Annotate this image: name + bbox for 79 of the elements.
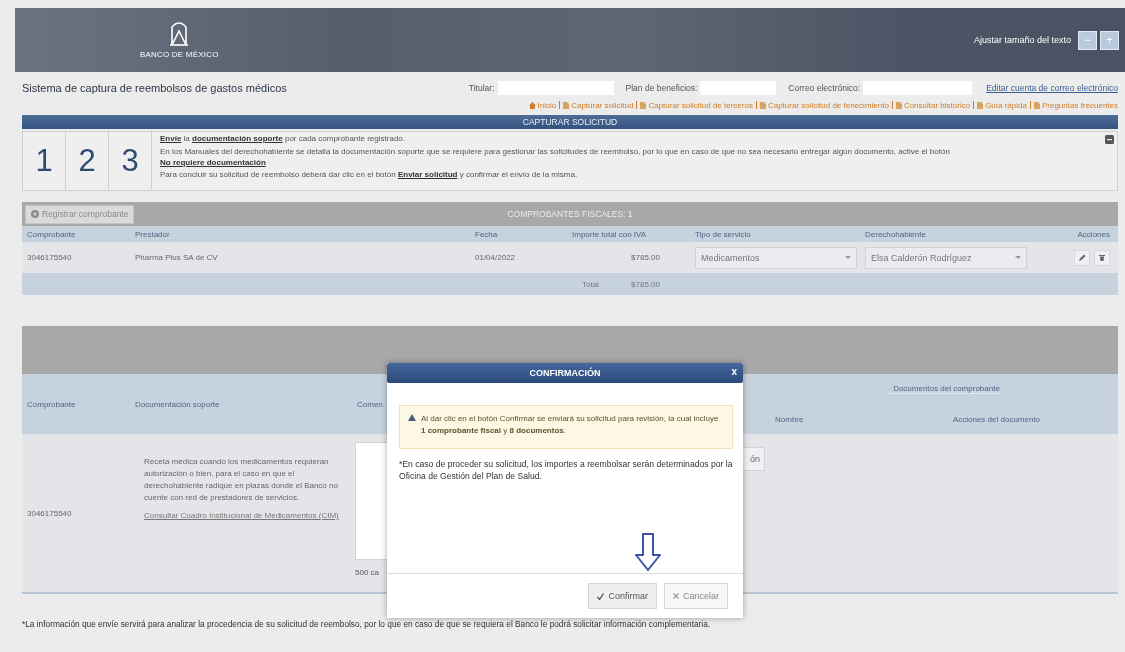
close-button[interactable]: x [731, 366, 737, 377]
column-header: Nombre [774, 414, 805, 424]
plus-circle-icon [31, 210, 39, 218]
nav-link[interactable]: Capturar solicitud de terceros [640, 100, 753, 110]
page-icon [1033, 101, 1040, 109]
caret-icon [1015, 256, 1021, 259]
nav-link[interactable]: Guía rápida [977, 100, 1027, 110]
column-header: Fecha [474, 229, 499, 239]
dialog-title: CONFIRMACIÓN [529, 368, 601, 378]
column-header: Comprobante [26, 399, 77, 409]
column-header: Comen [356, 399, 384, 409]
register-receipt-button[interactable]: Registrar comprobante [25, 204, 135, 224]
step-number: 1 [35, 143, 53, 179]
table-cell: $785.00 [631, 253, 660, 262]
delete-button[interactable] [1094, 249, 1110, 266]
confirm-button[interactable]: Confirmar [588, 583, 657, 609]
total-label: Total [582, 279, 599, 289]
field-label: Plan de beneficios: [625, 83, 698, 93]
service-type-select[interactable]: Medicamentos [695, 246, 857, 269]
nav-link[interactable]: Preguntas frecuentes [1033, 100, 1118, 110]
column-header: Prestador [134, 229, 171, 239]
column-header: Documentación soporte [134, 399, 221, 409]
column-header: Acciones del documento [951, 414, 1041, 424]
cancel-button[interactable]: Cancelar [663, 583, 728, 609]
edit-email-link[interactable]: Editar cuenta de correo electrónico [986, 83, 1118, 93]
instruction-text: En los Manuales del derechohabiente se detalla la documentación soporte que se requiere para gestionar las solicitudes de reembolso, por lo que en caso de que no sea necesario entregar algún documento, active el botón No requiere documentación [160, 146, 951, 169]
char-counter: 500 ca [355, 568, 380, 577]
trash-icon [1099, 254, 1105, 261]
instruction-link[interactable]: Envíe [160, 134, 182, 143]
warning-text: Al dar clic en el botón Confirmar se enviará su solicitud para revisión, la cual incluye 1 comprobante fiscal y 8 documentos. [421, 413, 720, 437]
column-header: Derechohabiente [864, 229, 927, 239]
logo-icon [169, 21, 190, 47]
home-icon [528, 101, 536, 109]
requirement-text: Receta médica cuando los medicamentos requieran autorización o bien, para el caso en que el derechohabiente radique en plazas donde el Banco no cuente con red de prestadores de servicios. [144, 456, 339, 504]
instruction-text: Para concluir su solicitud de reembolso deberá dar clic en el botón Enviar solicitud y confirmar el envío de la misma. [160, 170, 579, 182]
column-group-header: Documentos del comprobante [888, 384, 1000, 394]
step-number: 3 [121, 143, 139, 179]
column-header: Comprobante [26, 229, 77, 239]
check-icon [597, 592, 605, 600]
field-label: Titular: [468, 83, 495, 93]
table-cell-text: Pharma Plus SA de CV [135, 253, 219, 262]
footnote-text: *La información que envíe servirá para analizar la procedencia de su solicitud de reembolso, por lo que en caso de que se requiera el Banco le podrá solicitar información complementaria. [22, 619, 712, 629]
medicines-link[interactable]: Consultar Cuadro Institucional de Medicamentos (CIM) [144, 510, 339, 522]
column-header: Tipo de servicio [694, 229, 752, 239]
table-cell-text: 01/04/2022 [475, 253, 517, 262]
page-icon [563, 101, 570, 109]
total-amount: $785.00 [631, 279, 660, 289]
logo-text: BANCO DE MÉXICO [140, 50, 219, 59]
pencil-icon [1078, 254, 1086, 261]
edit-button[interactable] [1074, 249, 1090, 266]
instruction-link[interactable]: Enviar solicitud [397, 170, 458, 180]
beneficiary-select[interactable]: Elsa Calderón Rodríguez [865, 246, 1027, 269]
page-icon [895, 101, 902, 109]
instruction-text: Envíe la documentación soporte por cada comprobante registrado. [160, 134, 406, 145]
caret-icon [845, 256, 851, 259]
nav-link[interactable]: Capturar solicitud de fenecimiento [759, 100, 889, 110]
column-header: Importe total con IVA [571, 229, 648, 239]
down-arrow-icon [635, 533, 661, 571]
collapse-icon[interactable] [1105, 135, 1114, 144]
page-icon [759, 101, 766, 109]
note-text: *En caso de proceder su solicitud, los importes a reembolsar serán determinados por la Oficina de Gestión del Plan de Salud. [399, 458, 733, 483]
page-icon [640, 101, 647, 109]
app-title: Sistema de captura de reembolsos de gastos médicos [22, 82, 287, 94]
nav-link[interactable]: Inicio [528, 100, 557, 110]
column-header: Acciones [1076, 229, 1111, 239]
x-icon [672, 593, 679, 599]
nav-link[interactable]: Capturar solicitud [563, 100, 634, 110]
warning-icon [408, 414, 416, 421]
field-label: Correo electrónico: [788, 83, 861, 93]
nav-link[interactable]: Consultar histórico [895, 100, 971, 110]
instruction-link[interactable]: documentación soporte [192, 134, 283, 143]
instruction-link[interactable]: No requiere documentación [160, 157, 266, 167]
text-size-label: Ajustar tamaño del texto [973, 35, 1071, 45]
section-title-bar: CAPTURAR SOLICITUD [22, 115, 1118, 129]
receipts-title: COMPROBANTES FISCALES: 1 [507, 209, 633, 219]
page-icon [977, 101, 984, 109]
step-number: 2 [78, 143, 96, 179]
table-cell-text: 3046175540 [26, 508, 73, 518]
table-cell-text: 3046175540 [27, 253, 73, 262]
